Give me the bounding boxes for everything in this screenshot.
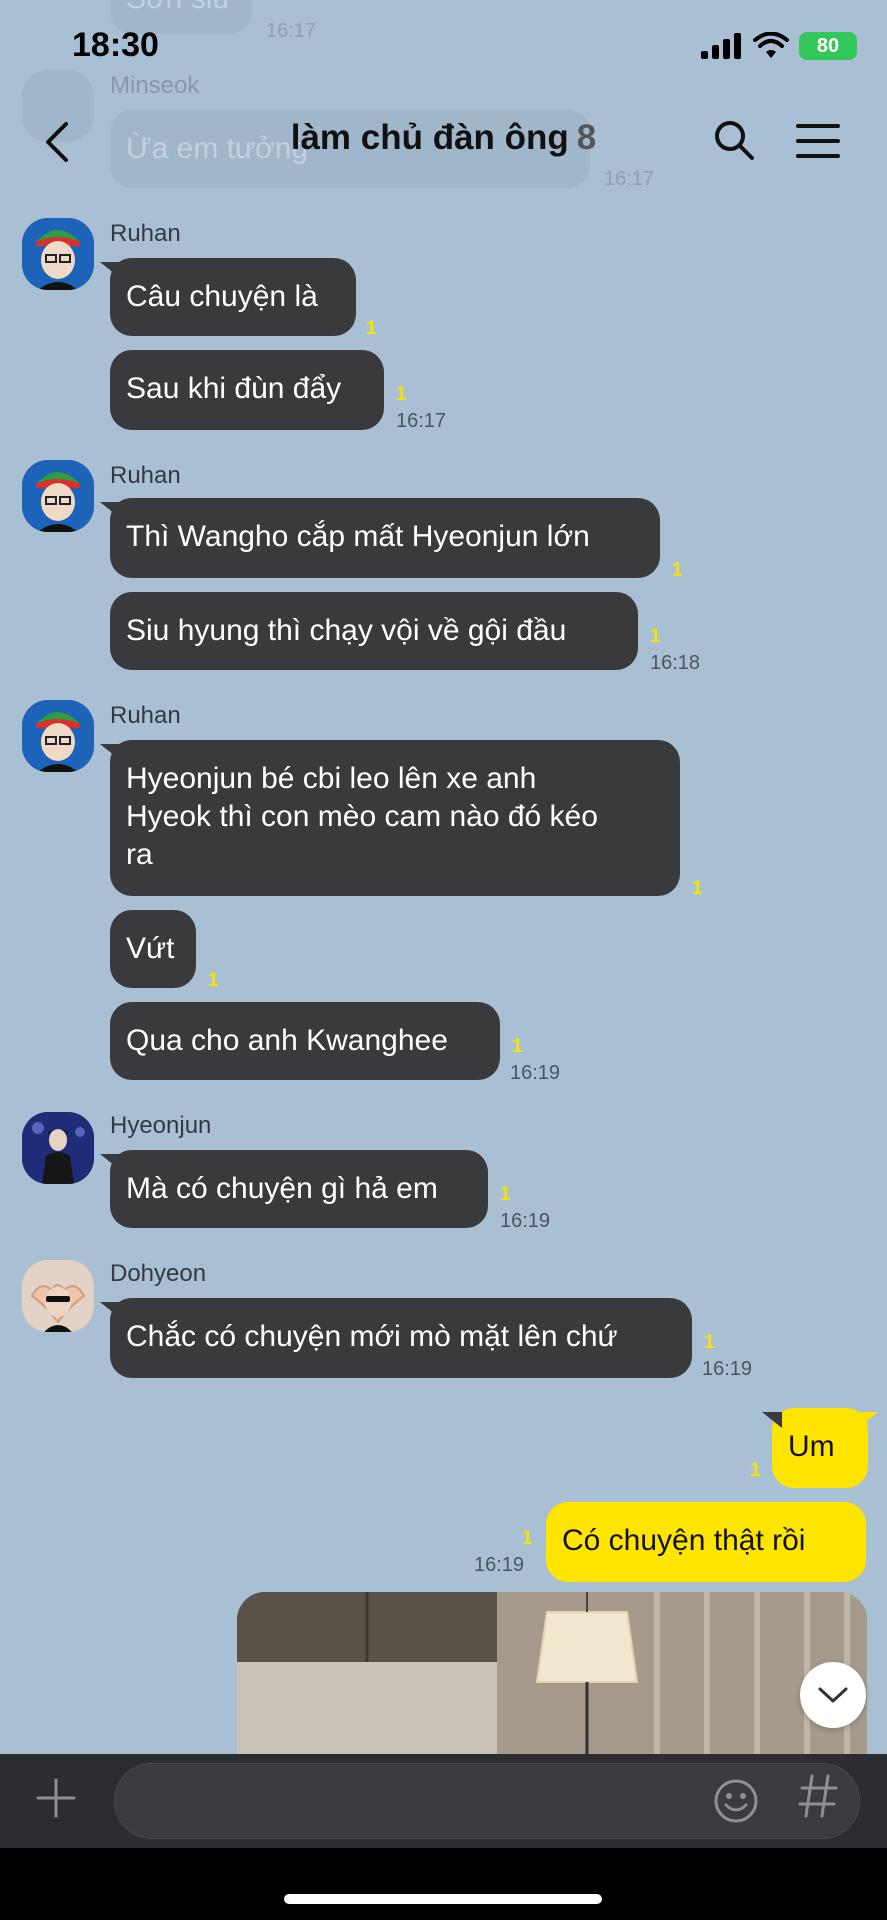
message-bubble[interactable]: Siu hyung thì chạy vội về gội đầu bbox=[110, 592, 638, 670]
message-bubble[interactable]: Câu chuyện là bbox=[100, 258, 356, 336]
message-time: 16:17 bbox=[604, 168, 655, 190]
cellular-signal-icon bbox=[701, 33, 741, 59]
room-photo bbox=[237, 1592, 867, 1762]
avatar[interactable] bbox=[22, 1112, 94, 1184]
message-time: 16:19 bbox=[702, 1358, 753, 1380]
emoji-icon bbox=[714, 1779, 758, 1823]
avatar[interactable] bbox=[22, 1260, 94, 1332]
menu-button[interactable] bbox=[796, 122, 840, 160]
battery-level: 80 bbox=[816, 34, 840, 57]
avatar-image bbox=[22, 1260, 94, 1332]
message-time: 16:17 bbox=[396, 410, 447, 432]
message-text: Sơn siu bbox=[126, 0, 229, 15]
message-text: Um bbox=[788, 1430, 835, 1463]
search-icon bbox=[715, 121, 754, 160]
photo-message[interactable] bbox=[237, 1592, 867, 1762]
chevron-down-icon bbox=[818, 1687, 848, 1703]
message-text: Có chuyện thật rồi bbox=[562, 1524, 806, 1557]
home-indicator[interactable] bbox=[284, 1894, 602, 1904]
unread-count: 1 bbox=[208, 970, 219, 991]
avatar[interactable] bbox=[22, 460, 94, 532]
message-text: Chắc có chuyện mới mò mặt lên chứ bbox=[126, 1320, 618, 1353]
avatar-image bbox=[22, 700, 94, 772]
message-text: Vứt bbox=[126, 932, 175, 965]
message-time: 16:19 bbox=[510, 1062, 561, 1084]
sender-name: Minseok bbox=[110, 72, 200, 99]
home-area bbox=[0, 1848, 887, 1920]
avatar[interactable] bbox=[22, 700, 94, 772]
hamburger-menu-icon bbox=[796, 124, 840, 158]
avatar-image bbox=[22, 218, 94, 290]
unread-count: 1 bbox=[750, 1460, 761, 1481]
member-count: 8 bbox=[576, 118, 597, 157]
status-time: 18:30 bbox=[72, 26, 159, 64]
unread-count: 1 bbox=[366, 318, 377, 339]
chat-name: làm chủ đàn ông bbox=[290, 118, 569, 157]
avatar-image bbox=[22, 1112, 94, 1184]
search-button[interactable] bbox=[712, 118, 756, 162]
hashtag-icon bbox=[798, 1774, 838, 1818]
message-time: 16:19 bbox=[474, 1554, 525, 1576]
scroll-to-bottom-button[interactable] bbox=[800, 1662, 866, 1728]
message-text-line: Hyeok thì con mèo cam nào đó kéo bbox=[126, 800, 598, 833]
battery-icon: 80 bbox=[799, 32, 857, 60]
message-time: 16:18 bbox=[650, 652, 701, 674]
message-text: Câu chuyện là bbox=[126, 280, 318, 313]
message-bubble[interactable]: Mà có chuyện gì hả em bbox=[100, 1150, 488, 1228]
message-text: Mà có chuyện gì hả em bbox=[126, 1172, 438, 1205]
message-text-line: Hyeonjun bé cbi leo lên xe anh bbox=[126, 762, 537, 795]
status-icons: 80 bbox=[701, 32, 857, 60]
message-time: 16:19 bbox=[500, 1210, 551, 1232]
message-text: Thì Wangho cắp mất Hyeonjun lớn bbox=[126, 520, 590, 553]
avatar[interactable] bbox=[22, 218, 94, 290]
unread-count: 1 bbox=[704, 1332, 715, 1353]
message-bubble[interactable]: Sau khi đùn đẩy bbox=[110, 350, 384, 430]
my-message-bubble[interactable]: Có chuyện thật rồi bbox=[546, 1502, 866, 1582]
message-bubble[interactable]: Hyeonjun bé cbi leo lên xe anh Hyeok thì… bbox=[100, 740, 680, 896]
message-bubble[interactable]: Chắc có chuyện mới mò mặt lên chứ bbox=[100, 1298, 692, 1378]
emoji-button[interactable] bbox=[712, 1777, 760, 1825]
message-bubble[interactable]: Vứt bbox=[110, 910, 196, 988]
message-text-line: ra bbox=[126, 838, 153, 871]
message-text: Siu hyung thì chạy vội về gội đầu bbox=[126, 614, 567, 647]
sender-name: Dohyeon bbox=[110, 1260, 207, 1287]
message-text: Sau khi đùn đẩy bbox=[126, 372, 342, 405]
unread-count: 1 bbox=[512, 1036, 523, 1057]
sender-name: Ruhan bbox=[110, 462, 181, 489]
attach-button[interactable] bbox=[34, 1776, 78, 1820]
plus-icon bbox=[36, 1778, 76, 1818]
message-bubble[interactable]: Thì Wangho cắp mất Hyeonjun lớn bbox=[100, 498, 660, 578]
message-time: 16:17 bbox=[266, 20, 317, 42]
unread-count: 1 bbox=[396, 384, 407, 405]
message-bubble[interactable]: Qua cho anh Kwanghee bbox=[110, 1002, 500, 1080]
sender-name: Hyeonjun bbox=[110, 1112, 212, 1139]
sender-name: Ruhan bbox=[110, 702, 181, 729]
unread-count: 1 bbox=[500, 1184, 511, 1205]
message-text: Qua cho anh Kwanghee bbox=[126, 1024, 448, 1057]
wifi-icon bbox=[753, 32, 789, 58]
hashtag-button[interactable] bbox=[798, 1772, 838, 1828]
sender-name: Ruhan bbox=[110, 220, 181, 247]
unread-count: 1 bbox=[522, 1528, 533, 1549]
my-message-bubble[interactable]: Um bbox=[762, 1408, 878, 1488]
unread-count: 1 bbox=[650, 626, 661, 647]
unread-count: 1 bbox=[692, 878, 703, 899]
unread-count: 1 bbox=[672, 560, 683, 581]
avatar-image bbox=[22, 460, 94, 532]
